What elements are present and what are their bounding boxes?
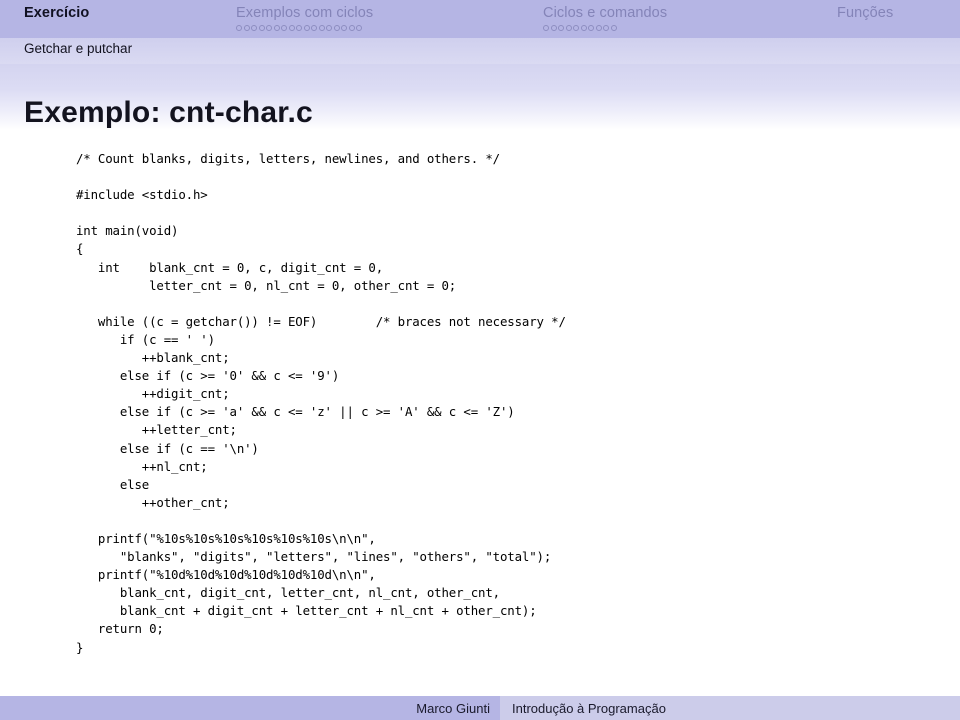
page-title: Exemplo: cnt-char.c [24,96,313,130]
nav-progress-dot[interactable] [311,24,317,31]
nav-progress-dot[interactable] [281,24,287,31]
nav-progress-dot[interactable] [296,24,302,31]
nav-section-funcoes[interactable]: Funções [837,0,893,23]
code-line: letter_cnt = 0, nl_cnt = 0, other_cnt = … [76,277,457,293]
code-line: else [76,476,150,492]
slide-footer: Marco Giunti Introdução à Programação [0,696,960,720]
code-line: ++letter_cnt; [76,422,237,438]
nav-progress-dot[interactable] [573,24,579,31]
nav-progress-dot[interactable] [258,24,265,31]
code-line: else if (c == '\n') [76,440,259,456]
code-line: ++other_cnt; [76,494,230,510]
code-listing: /* Count blanks, digits, letters, newlin… [76,150,936,657]
nav-progress-dot[interactable] [266,24,272,31]
code-line: printf("%10s%10s%10s%10s%10s%10s\n\n", [76,530,376,546]
code-line: while ((c = getchar()) != EOF) /* braces… [76,313,566,329]
footer-presentation-title: Introdução à Programação [512,700,666,716]
nav-section-label: Funções [837,5,894,21]
code-line: ++blank_cnt; [76,350,230,366]
nav-progress-dot[interactable] [580,24,587,31]
nav-section-exercicio[interactable]: Exercício [24,0,89,23]
nav-section-exemplos-com-ciclos[interactable]: Exemplos com ciclos [236,0,373,33]
code-line: return 0; [76,621,164,637]
nav-progress-dot[interactable] [341,24,347,31]
code-line: else if (c >= 'a' && c <= 'z' || c >= 'A… [76,404,515,420]
code-line: /* Count blanks, digits, letters, newlin… [76,151,500,166]
nav-progress-dot[interactable] [251,24,257,31]
nav-progress-dot[interactable] [550,24,557,31]
nav-progress-dot[interactable] [243,24,250,31]
nav-progress-dot[interactable] [348,24,355,31]
nav-progress-dot[interactable] [558,24,564,31]
frame-title-zone: Exemplo: cnt-char.c [0,64,960,130]
code-line: ++digit_cnt; [76,386,230,402]
nav-progress-dot[interactable] [610,24,617,31]
nav-section-progress-dots[interactable] [543,23,667,33]
nav-section-progress-dots[interactable] [236,23,373,33]
nav-progress-dot[interactable] [603,24,609,31]
nav-progress-dot[interactable] [543,24,549,31]
nav-progress-dot[interactable] [273,24,280,31]
code-line: blank_cnt + digit_cnt + letter_cnt + nl_… [76,603,537,619]
code-line: } [76,639,84,655]
subsection-title: Getchar e putchar [24,41,133,56]
footer-author-cell: Marco Giunti [0,696,500,720]
subsection-bar: Getchar e putchar [0,38,960,64]
nav-progress-dot[interactable] [303,24,310,31]
nav-progress-dot[interactable] [588,24,594,31]
section-navigation-bar: Exercício Exemplos com ciclos Ciclos e c… [0,0,960,38]
code-line: printf("%10d%10d%10d%10d%10d%10d\n\n", [76,567,376,583]
code-line: int main(void) [76,223,179,239]
nav-progress-dot[interactable] [565,24,572,31]
nav-progress-dot[interactable] [326,24,332,31]
nav-progress-dot[interactable] [595,24,602,31]
nav-section-label: Exemplos com ciclos [236,5,374,21]
slide-header: Exercício Exemplos com ciclos Ciclos e c… [0,0,960,38]
footer-author: Marco Giunti [416,700,490,716]
code-line: ++nl_cnt; [76,458,208,474]
nav-progress-dot[interactable] [236,24,242,31]
code-line: blank_cnt, digit_cnt, letter_cnt, nl_cnt… [76,585,500,601]
code-line: { [76,241,84,257]
nav-progress-dot[interactable] [356,24,362,31]
nav-section-label: Exercício [24,5,90,21]
nav-section-ciclos-e-comandos[interactable]: Ciclos e comandos [543,0,667,33]
nav-progress-dot[interactable] [288,24,295,31]
footer-title-cell: Introdução à Programação [500,696,960,720]
code-line: "blanks", "digits", "letters", "lines", … [76,549,552,565]
nav-progress-dot[interactable] [333,24,340,31]
code-line: if (c == ' ') [76,331,215,347]
code-line: #include <stdio.h> [76,187,208,203]
code-line: int blank_cnt = 0, c, digit_cnt = 0, [76,259,384,275]
nav-progress-dot[interactable] [318,24,325,31]
nav-section-label: Ciclos e comandos [543,5,668,21]
code-line: else if (c >= '0' && c <= '9') [76,368,340,384]
